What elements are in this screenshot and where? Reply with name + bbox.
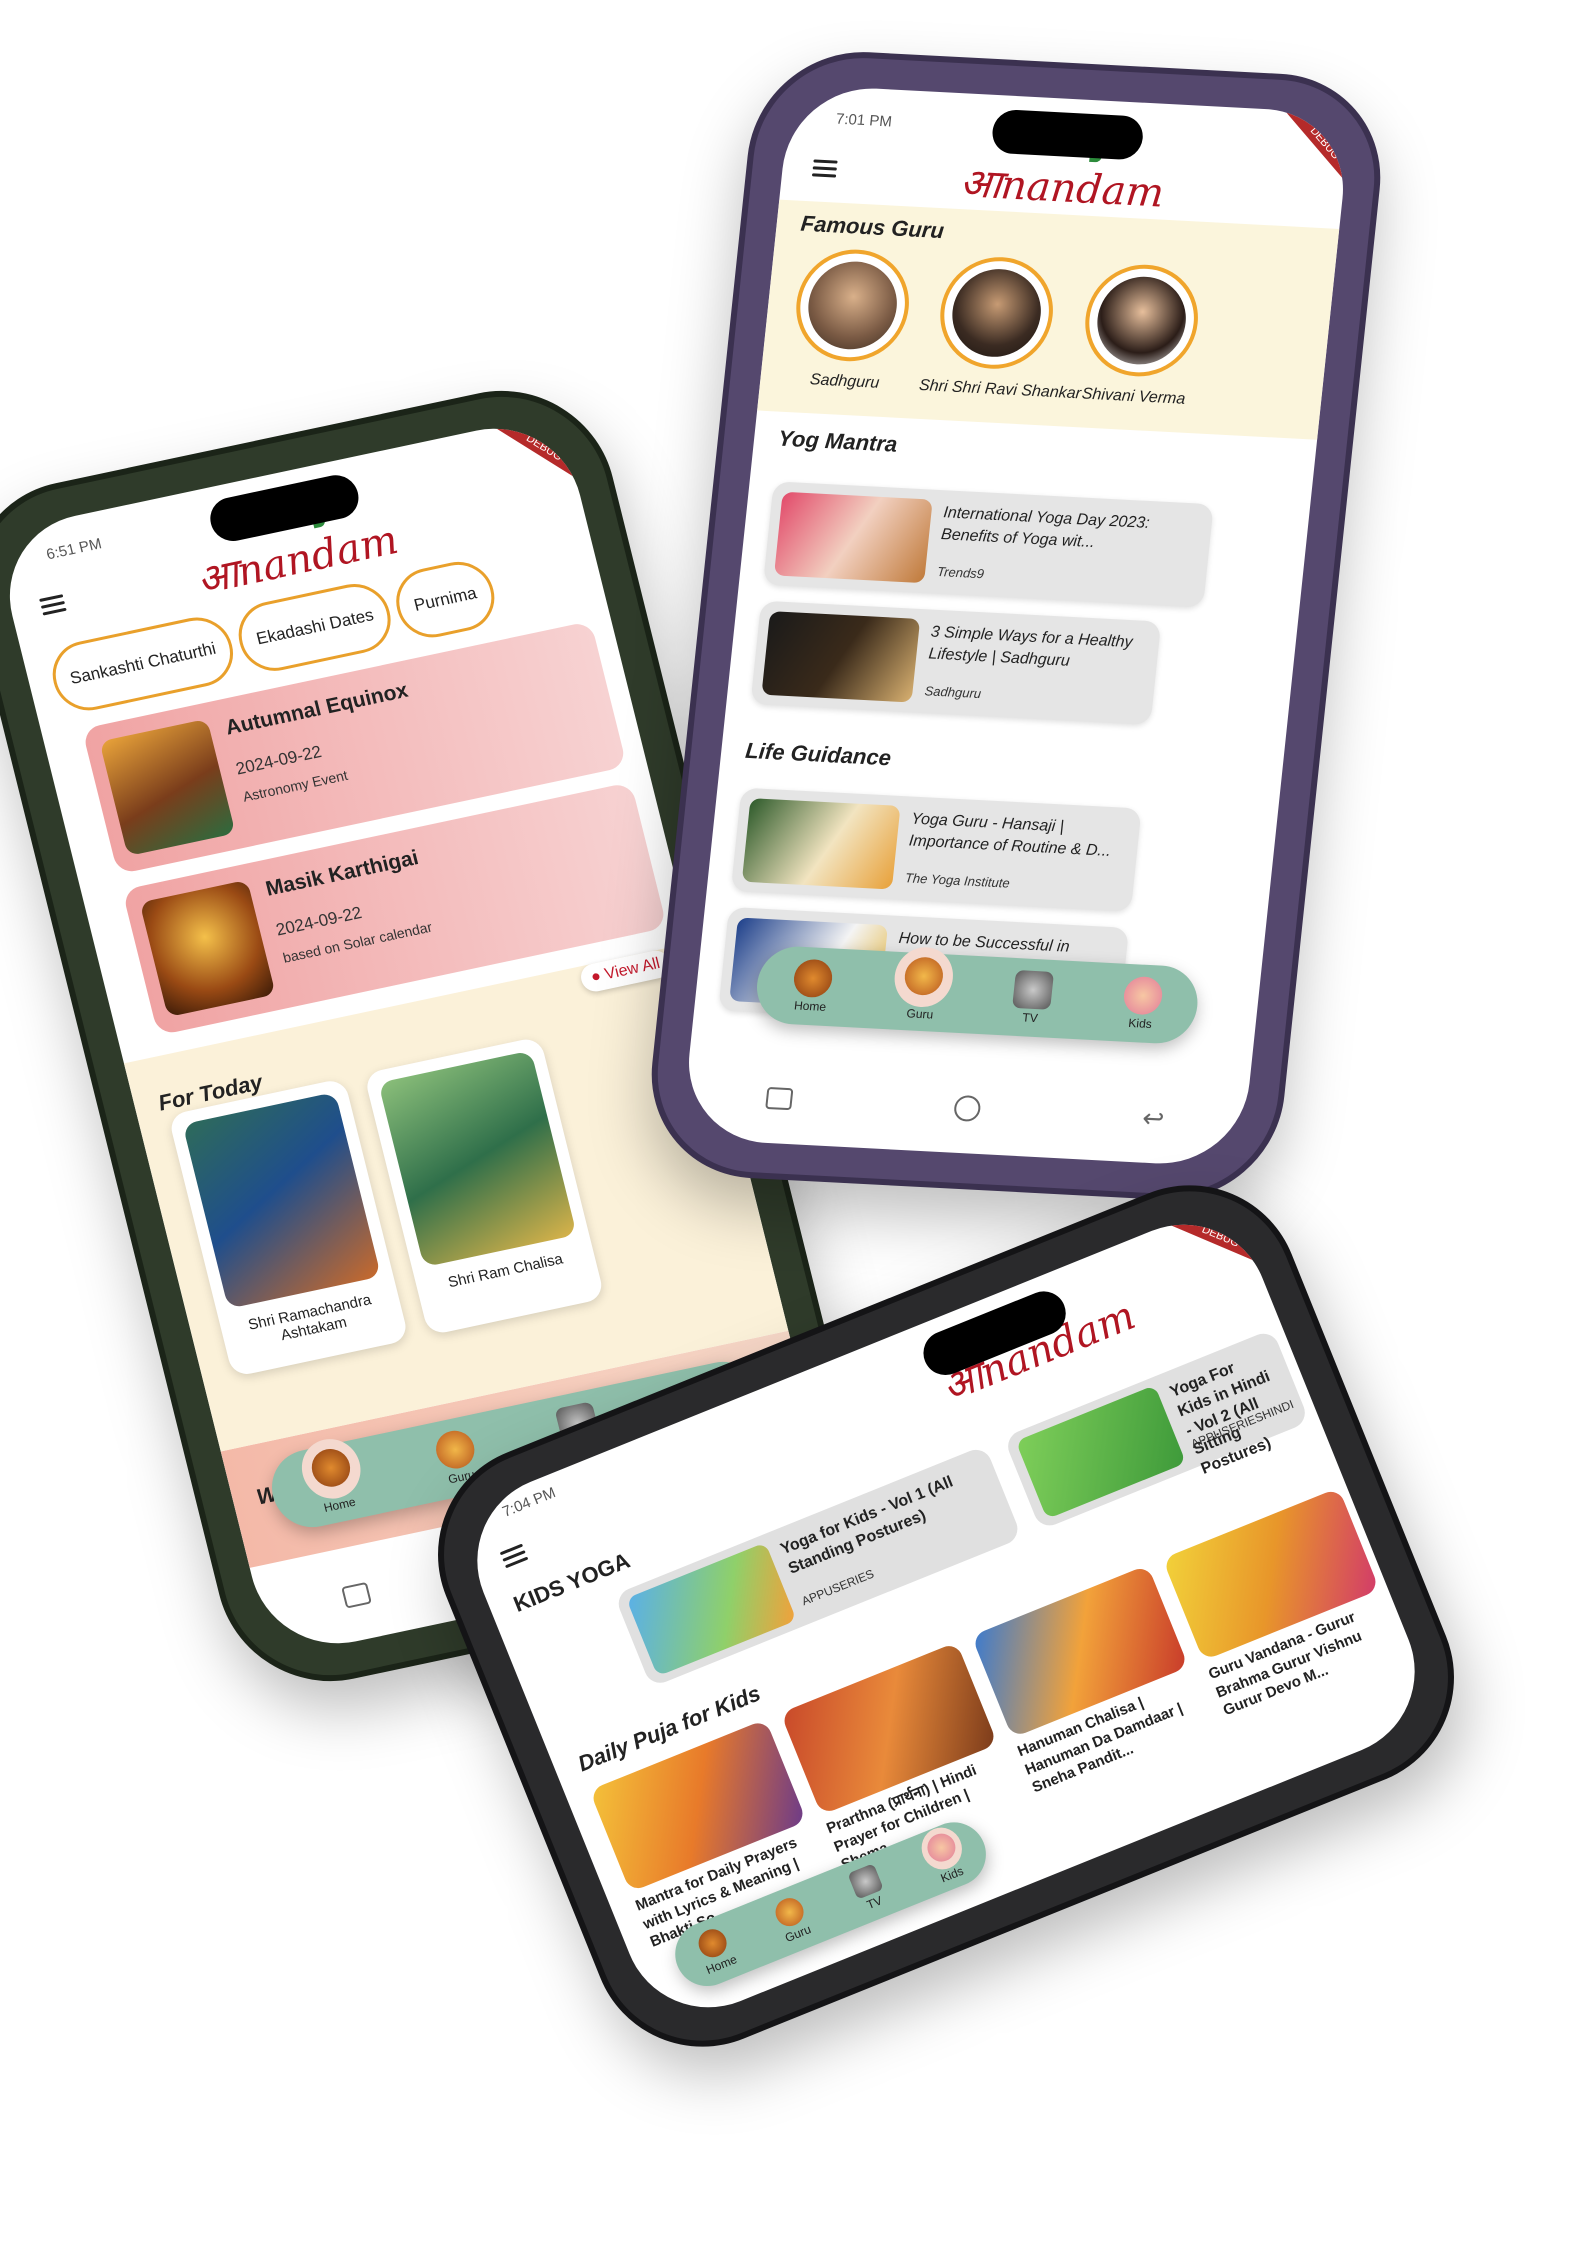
guru-row: Sadhguru Shri Shri Ravi Shankar Shivani …: [760, 245, 1335, 416]
yog-mantra-section: Yog Mantra International Yoga Day 2023: …: [724, 424, 1315, 752]
hamburger-menu-icon[interactable]: [499, 1543, 529, 1570]
event-title: Autumnal Equinox: [223, 678, 411, 740]
hamburger-menu-icon[interactable]: [811, 159, 838, 178]
guru-portrait: [948, 266, 1046, 360]
guru-portrait: [804, 259, 902, 352]
video-thumbnail: [773, 491, 933, 584]
video-card[interactable]: Yoga Guru - Hansaji | Importance of Rout…: [730, 787, 1142, 913]
kids-icon: [922, 1829, 960, 1866]
guru-screen: DEBUG 7:01 PM आnandam Famous Guru Sadhgu…: [680, 84, 1352, 1168]
back-icon[interactable]: ↩: [1141, 1102, 1166, 1134]
guru-portrait: [1092, 274, 1191, 367]
temple-icon: [792, 958, 835, 999]
nav-kids[interactable]: Kids: [1104, 975, 1180, 1032]
rama-archer-image: [182, 1092, 382, 1309]
rama-forest-image: [378, 1050, 577, 1268]
hamburger-menu-icon[interactable]: [39, 594, 67, 616]
video-source: Trends9: [936, 563, 985, 582]
recents-icon[interactable]: [341, 1581, 373, 1609]
recents-icon[interactable]: [765, 1086, 794, 1111]
system-nav-bar: ↩: [682, 1059, 1249, 1158]
nav-guru[interactable]: Guru: [752, 1886, 833, 1953]
home-system-icon[interactable]: [953, 1094, 982, 1123]
video-card[interactable]: 3 Simple Ways for a Healthy Lifestyle | …: [750, 600, 1162, 726]
today-card[interactable]: Shri Ramachandra Ashtakam: [167, 1077, 410, 1378]
video-title: Yoga Guru - Hansaji | Importance of Rout…: [908, 810, 1112, 861]
tv-icon: [1012, 970, 1055, 1010]
kids-icon: [1122, 975, 1165, 1016]
guru-item[interactable]: Shivani Verma: [1063, 261, 1218, 410]
event-image: [99, 718, 236, 857]
chip-purnima[interactable]: Purnima: [389, 555, 502, 644]
video-thumbnail: [741, 798, 901, 890]
nav-tv[interactable]: TV: [828, 1855, 909, 1922]
guru-item[interactable]: Sadhguru: [774, 246, 929, 395]
app-logo: आnandam: [958, 149, 1167, 218]
nav-tv[interactable]: TV: [994, 969, 1070, 1026]
nav-home[interactable]: Home: [774, 958, 850, 1015]
nav-home[interactable]: Home: [293, 1433, 376, 1519]
event-title: Masik Karthigai: [263, 846, 421, 901]
video-card[interactable]: International Yoga Day 2023: Benefits of…: [762, 481, 1214, 608]
video-title: 3 Simple Ways for a Healthy Lifestyle | …: [927, 623, 1134, 671]
video-title: International Yoga Day 2023: Benefits of…: [940, 504, 1151, 552]
event-image: [139, 879, 276, 1018]
temple-icon: [307, 1445, 354, 1491]
today-card[interactable]: Shri Ram Chalisa: [363, 1036, 606, 1336]
video-source: The Yoga Institute: [904, 870, 1011, 891]
famous-guru-section: Famous Guru Sadhguru Shri Shri Ravi Shan…: [757, 199, 1340, 440]
guru-item[interactable]: Shri Shri Ravi Shankar: [918, 254, 1082, 402]
phone-guru: DEBUG 7:01 PM आnandam Famous Guru Sadhgu…: [640, 46, 1392, 1206]
guru-icon: [431, 1427, 478, 1473]
video-thumbnail: [761, 611, 921, 703]
video-source: Sadhguru: [923, 683, 982, 702]
nav-guru[interactable]: Guru: [884, 945, 960, 1022]
guru-icon: [902, 956, 945, 997]
dynamic-island: [990, 108, 1145, 161]
